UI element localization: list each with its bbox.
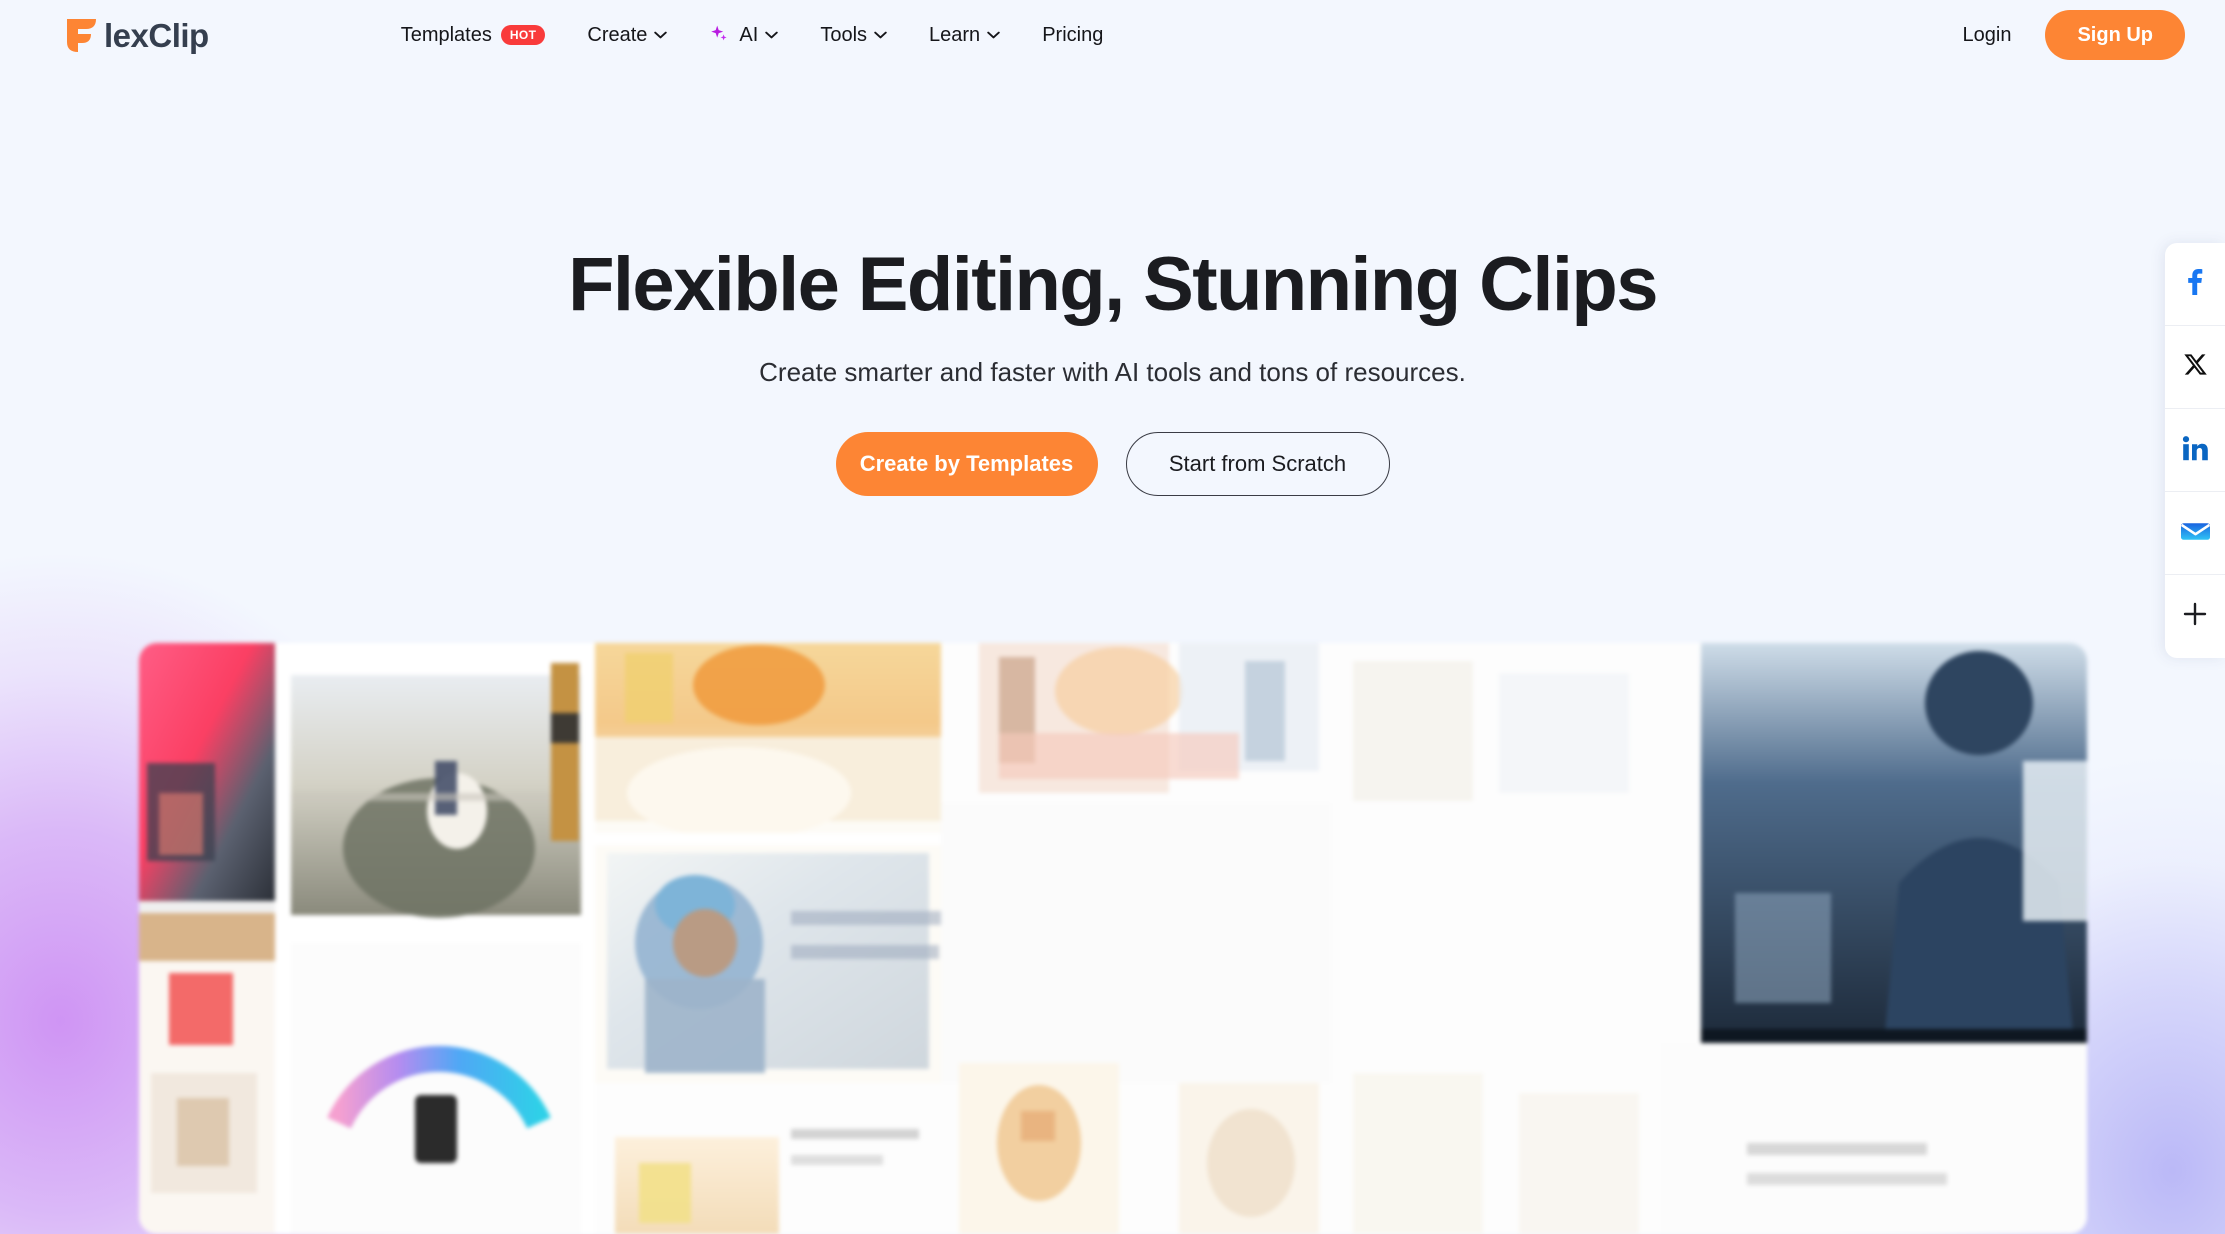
nav-label-pricing: Pricing bbox=[1042, 24, 1104, 46]
template-showcase-image[interactable] bbox=[139, 643, 2087, 1234]
site-header: lexClip Templates HOT Create AI Tools Le… bbox=[0, 0, 2225, 70]
logo-text: lexClip bbox=[104, 16, 209, 54]
hot-badge: HOT bbox=[500, 25, 546, 45]
nav-item-learn[interactable]: Learn bbox=[929, 25, 1000, 45]
nav-label-learn: Learn bbox=[929, 24, 981, 46]
hero-subtitle: Create smarter and faster with AI tools … bbox=[759, 356, 1466, 387]
nav-item-templates[interactable]: Templates HOT bbox=[401, 25, 546, 45]
signup-button[interactable]: Sign Up bbox=[2045, 10, 2185, 60]
page-title: Flexible Editing, Stunning Clips bbox=[568, 242, 1658, 327]
share-more-button[interactable] bbox=[2165, 575, 2225, 658]
plus-icon bbox=[2182, 601, 2208, 632]
header-actions: Login Sign Up bbox=[1963, 10, 2185, 60]
share-facebook-button[interactable] bbox=[2165, 243, 2225, 326]
share-linkedin-button[interactable] bbox=[2165, 409, 2225, 492]
create-by-templates-button[interactable]: Create by Templates bbox=[835, 431, 1098, 496]
social-share-sidebar bbox=[2165, 243, 2225, 658]
nav-item-create[interactable]: Create bbox=[587, 24, 668, 46]
linkedin-icon bbox=[2182, 435, 2208, 466]
nav-label-tools: Tools bbox=[820, 24, 868, 46]
chevron-down-icon bbox=[765, 31, 779, 39]
nav-item-tools[interactable]: Tools bbox=[820, 25, 887, 45]
share-email-button[interactable] bbox=[2165, 492, 2225, 575]
start-from-scratch-button[interactable]: Start from Scratch bbox=[1125, 431, 1390, 496]
flexclip-logo-icon bbox=[58, 15, 100, 55]
hero-cta-group: Create by Templates Start from Scratch bbox=[0, 431, 2225, 496]
x-twitter-icon bbox=[2183, 352, 2208, 382]
chevron-down-icon bbox=[874, 31, 887, 39]
share-x-twitter-button[interactable] bbox=[2165, 326, 2225, 409]
chevron-down-icon bbox=[654, 31, 668, 39]
main-navigation: Templates HOT Create AI Tools Learn Pric… bbox=[401, 24, 1103, 46]
logo[interactable]: lexClip bbox=[58, 15, 209, 55]
sparkle-icon bbox=[709, 24, 732, 46]
chevron-down-icon bbox=[987, 31, 1000, 39]
nav-item-pricing[interactable]: Pricing bbox=[1042, 25, 1103, 45]
nav-label-ai: AI bbox=[739, 24, 759, 46]
nav-label-templates: Templates bbox=[400, 24, 492, 46]
email-icon bbox=[2180, 520, 2210, 547]
hero-section: Flexible Editing, Stunning Clips Create … bbox=[0, 70, 2225, 496]
nav-item-ai[interactable]: AI bbox=[709, 24, 779, 46]
nav-label-create: Create bbox=[587, 24, 648, 46]
facebook-icon bbox=[2182, 268, 2208, 301]
login-button[interactable]: Login bbox=[1963, 25, 2012, 45]
